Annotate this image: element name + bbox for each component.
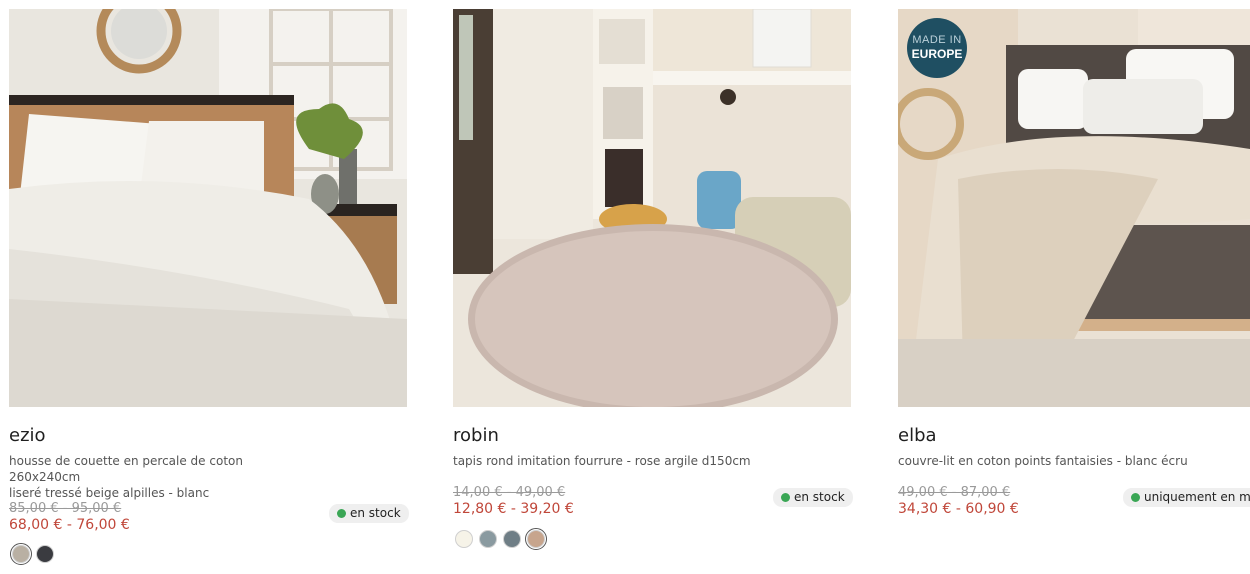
product-title[interactable]: ezio [9, 425, 46, 446]
description-line: couvre-lit en coton points fantaisies - … [898, 454, 1188, 468]
sale-price: 34,30 € - 60,90 € [898, 501, 1019, 517]
product-title[interactable]: elba [898, 425, 937, 446]
swatch-slate[interactable] [503, 530, 521, 548]
product-card-robin[interactable]: robin tapis rond imitation fourrure - ro… [453, 9, 853, 550]
swatch-rose-clay[interactable] [525, 528, 547, 550]
badge-line: MADE IN [912, 34, 962, 46]
old-price: 85,00 € - 95,00 € [9, 501, 122, 516]
bedroom-photo [9, 9, 407, 407]
stock-label: uniquement en m [1144, 490, 1250, 504]
old-price: 49,00 € - 87,00 € [898, 485, 1011, 500]
swatch-beige[interactable] [10, 543, 32, 565]
product-description: housse de couette en percale de coton 26… [9, 453, 309, 501]
stock-badge: uniquement en m [1123, 488, 1250, 507]
sale-price: 12,80 € - 39,20 € [453, 501, 574, 517]
stock-dot-icon [337, 509, 346, 518]
product-image-ezio[interactable] [9, 9, 407, 407]
stock-label: en stock [350, 506, 401, 520]
swatch-grey-blue[interactable] [479, 530, 497, 548]
color-swatches [455, 528, 547, 550]
stock-label: en stock [794, 490, 845, 504]
description-line: housse de couette en percale de coton 26… [9, 454, 243, 484]
badge-line: EUROPE [911, 47, 963, 61]
swatch-ivory[interactable] [455, 530, 473, 548]
old-price: 14,00 € - 49,00 € [453, 485, 566, 500]
product-title[interactable]: robin [453, 425, 499, 446]
product-description: tapis rond imitation fourrure - rose arg… [453, 453, 753, 469]
stock-dot-icon [781, 493, 790, 502]
sale-price: 68,00 € - 76,00 € [9, 517, 130, 533]
swatch-dark[interactable] [36, 545, 54, 563]
made-in-europe-badge: MADE IN EUROPE [907, 18, 967, 78]
product-card-ezio[interactable]: ezio housse de couette en percale de cot… [9, 9, 409, 565]
product-card-elba[interactable]: MADE IN EUROPE elba couvre-lit en coton … [898, 9, 1250, 517]
description-line: liseré tressé beige alpilles - blanc [9, 486, 210, 500]
product-description: couvre-lit en coton points fantaisies - … [898, 453, 1198, 469]
kids-room-photo [453, 9, 851, 407]
stock-dot-icon [1131, 493, 1140, 502]
product-image-elba[interactable]: MADE IN EUROPE [898, 9, 1250, 407]
product-image-robin[interactable] [453, 9, 851, 407]
color-swatches [10, 543, 54, 565]
stock-badge: en stock [773, 488, 853, 507]
description-line: tapis rond imitation fourrure - rose arg… [453, 454, 751, 468]
stock-badge: en stock [329, 504, 409, 523]
